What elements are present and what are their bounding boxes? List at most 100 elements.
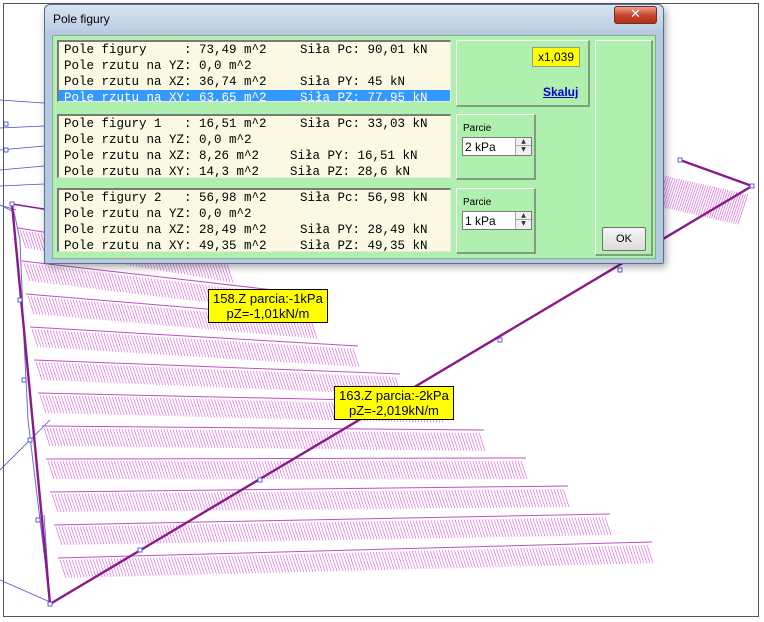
hatch-line xyxy=(324,460,332,480)
list-item[interactable]: Pole rzutu na XZ: 28,49 m^2 Siła PY: 28,4… xyxy=(59,222,450,238)
hatch-line xyxy=(157,307,164,326)
hatch-line xyxy=(574,546,582,566)
pressure-spinner-2[interactable]: 1 kPa ▲ ▼ xyxy=(462,211,532,230)
hatch-line xyxy=(213,460,221,480)
hatch-line xyxy=(87,396,95,415)
hatch-line xyxy=(267,371,275,390)
hatch-line xyxy=(63,493,71,512)
list-item-selected[interactable]: Pole rzutu na XY: 63,65 m^2 Siła PZ: 77,9… xyxy=(59,90,450,101)
node-marker xyxy=(677,157,683,163)
hatch-line xyxy=(247,400,254,419)
hatch-line xyxy=(148,306,155,325)
list-item[interactable]: Pole rzutu na YZ: 0,0 m^2 xyxy=(59,206,450,222)
spin-down-icon[interactable]: ▼ xyxy=(516,220,531,228)
hatch-line xyxy=(153,397,161,416)
ok-button[interactable]: OK xyxy=(602,227,646,251)
hatch-line xyxy=(301,401,308,420)
list-item[interactable]: Pole figury 2 : 56,98 m^2 Siła Pc: 56,98 … xyxy=(59,190,450,206)
node-marker xyxy=(749,183,755,189)
hatch-line xyxy=(160,429,168,448)
hatch-line xyxy=(475,489,483,508)
hatch-line xyxy=(274,400,281,419)
list-item[interactable]: Pole rzutu na XZ: 8,26 m^2 Siła PY: 16,51… xyxy=(59,148,450,164)
pressure-value[interactable]: 2 kPa xyxy=(465,139,496,155)
hatch-line xyxy=(171,492,179,511)
hatch-line xyxy=(430,432,438,451)
hatch-line xyxy=(394,490,401,509)
hatch-line xyxy=(414,550,422,570)
spin-up-icon[interactable]: ▲ xyxy=(516,212,531,220)
hatch-line xyxy=(289,344,297,364)
hatch-line xyxy=(106,428,114,447)
hatch-line xyxy=(310,401,318,420)
hatch-line xyxy=(270,371,278,390)
dialog-titlebar[interactable]: Pole figury ✕ xyxy=(45,5,663,31)
pressure-panel-1: Parcie 2 kPa ▲ ▼ xyxy=(456,114,536,180)
hatch-line xyxy=(205,399,212,418)
pressure-spinner-1[interactable]: 2 kPa ▲ ▼ xyxy=(462,137,532,156)
scale-link[interactable]: Skaluj xyxy=(543,85,578,99)
list-item[interactable]: Pole rzutu na XY: 14,3 m^2 Siła PZ: 28,6 … xyxy=(59,164,450,177)
hatch-line xyxy=(214,340,222,359)
hatch-line xyxy=(241,341,249,361)
list-item[interactable]: Pole figury : 73,49 m^2 Siła Pc: 90,01 kN xyxy=(59,42,450,58)
spin-up-icon[interactable]: ▲ xyxy=(516,138,531,146)
hatch-line xyxy=(388,490,395,509)
hatch-line xyxy=(136,335,144,354)
hatch-line xyxy=(306,460,314,480)
scale-factor-field[interactable]: x1,039 xyxy=(532,47,580,67)
list-item[interactable]: Pole rzutu na YZ: 0,0 m^2 xyxy=(59,58,450,74)
hatch-line xyxy=(180,556,187,576)
hatch-line xyxy=(502,460,510,480)
hatch-line xyxy=(646,544,654,564)
hatch-line xyxy=(135,276,143,295)
hatch-line xyxy=(298,345,306,364)
hatch-line xyxy=(274,343,282,363)
hatch-line xyxy=(309,460,317,480)
ok-panel: OK xyxy=(595,40,653,256)
pressure-value[interactable]: 1 kPa xyxy=(465,213,496,229)
node-marker xyxy=(35,517,41,523)
hatch-line xyxy=(96,301,104,321)
hatch-line xyxy=(346,521,354,540)
hatch-line xyxy=(55,526,63,546)
hatch-line xyxy=(241,399,248,419)
hatch-line xyxy=(90,493,98,512)
hatch-line xyxy=(487,549,494,568)
hatch-line xyxy=(56,460,64,480)
list-item[interactable]: Pole rzutu na XZ: 36,74 m^2 Siła PY: 45 k… xyxy=(59,74,450,90)
force-text: Siła PY: 16,51 kN xyxy=(290,149,418,163)
hatch-line xyxy=(319,491,326,510)
node-marker xyxy=(137,547,143,553)
hatch-line xyxy=(379,521,387,540)
spin-down-icon[interactable]: ▼ xyxy=(516,146,531,154)
hatch-line xyxy=(295,430,303,449)
hatch-line xyxy=(126,275,134,294)
hatch-line xyxy=(301,491,308,510)
hatch-line xyxy=(289,430,297,449)
hatch-line xyxy=(444,550,452,569)
hatch-line xyxy=(595,517,603,536)
hatch-line xyxy=(168,460,175,480)
hatch-line xyxy=(408,551,416,570)
hatch-line xyxy=(211,261,219,281)
hatch-line xyxy=(574,517,582,536)
hatch-line xyxy=(571,546,579,566)
list-item[interactable]: Pole rzutu na YZ: 0,0 m^2 xyxy=(59,132,450,148)
hatch-line xyxy=(571,517,579,536)
hatch-line xyxy=(68,460,76,480)
hatch-line xyxy=(277,522,285,542)
hatch-line xyxy=(445,460,453,480)
hatch-line xyxy=(559,547,567,566)
list-item[interactable]: Pole figury 1 : 16,51 m^2 Siła Pc: 33,03 … xyxy=(59,116,450,132)
hatch-line xyxy=(283,372,290,391)
hatch-line xyxy=(69,493,77,512)
hatch-line xyxy=(342,460,350,480)
hatch-line xyxy=(180,460,187,480)
hatch-line xyxy=(121,525,129,544)
hatch-line xyxy=(231,555,238,574)
close-button[interactable]: ✕ xyxy=(614,6,657,24)
list-item[interactable]: Pole rzutu na XY: 49,35 m^2 Siła PZ: 49,3… xyxy=(59,238,450,251)
area-text: Pole rzutu na YZ: 0,0 m^2 xyxy=(64,207,252,221)
hatch-line xyxy=(67,331,75,350)
